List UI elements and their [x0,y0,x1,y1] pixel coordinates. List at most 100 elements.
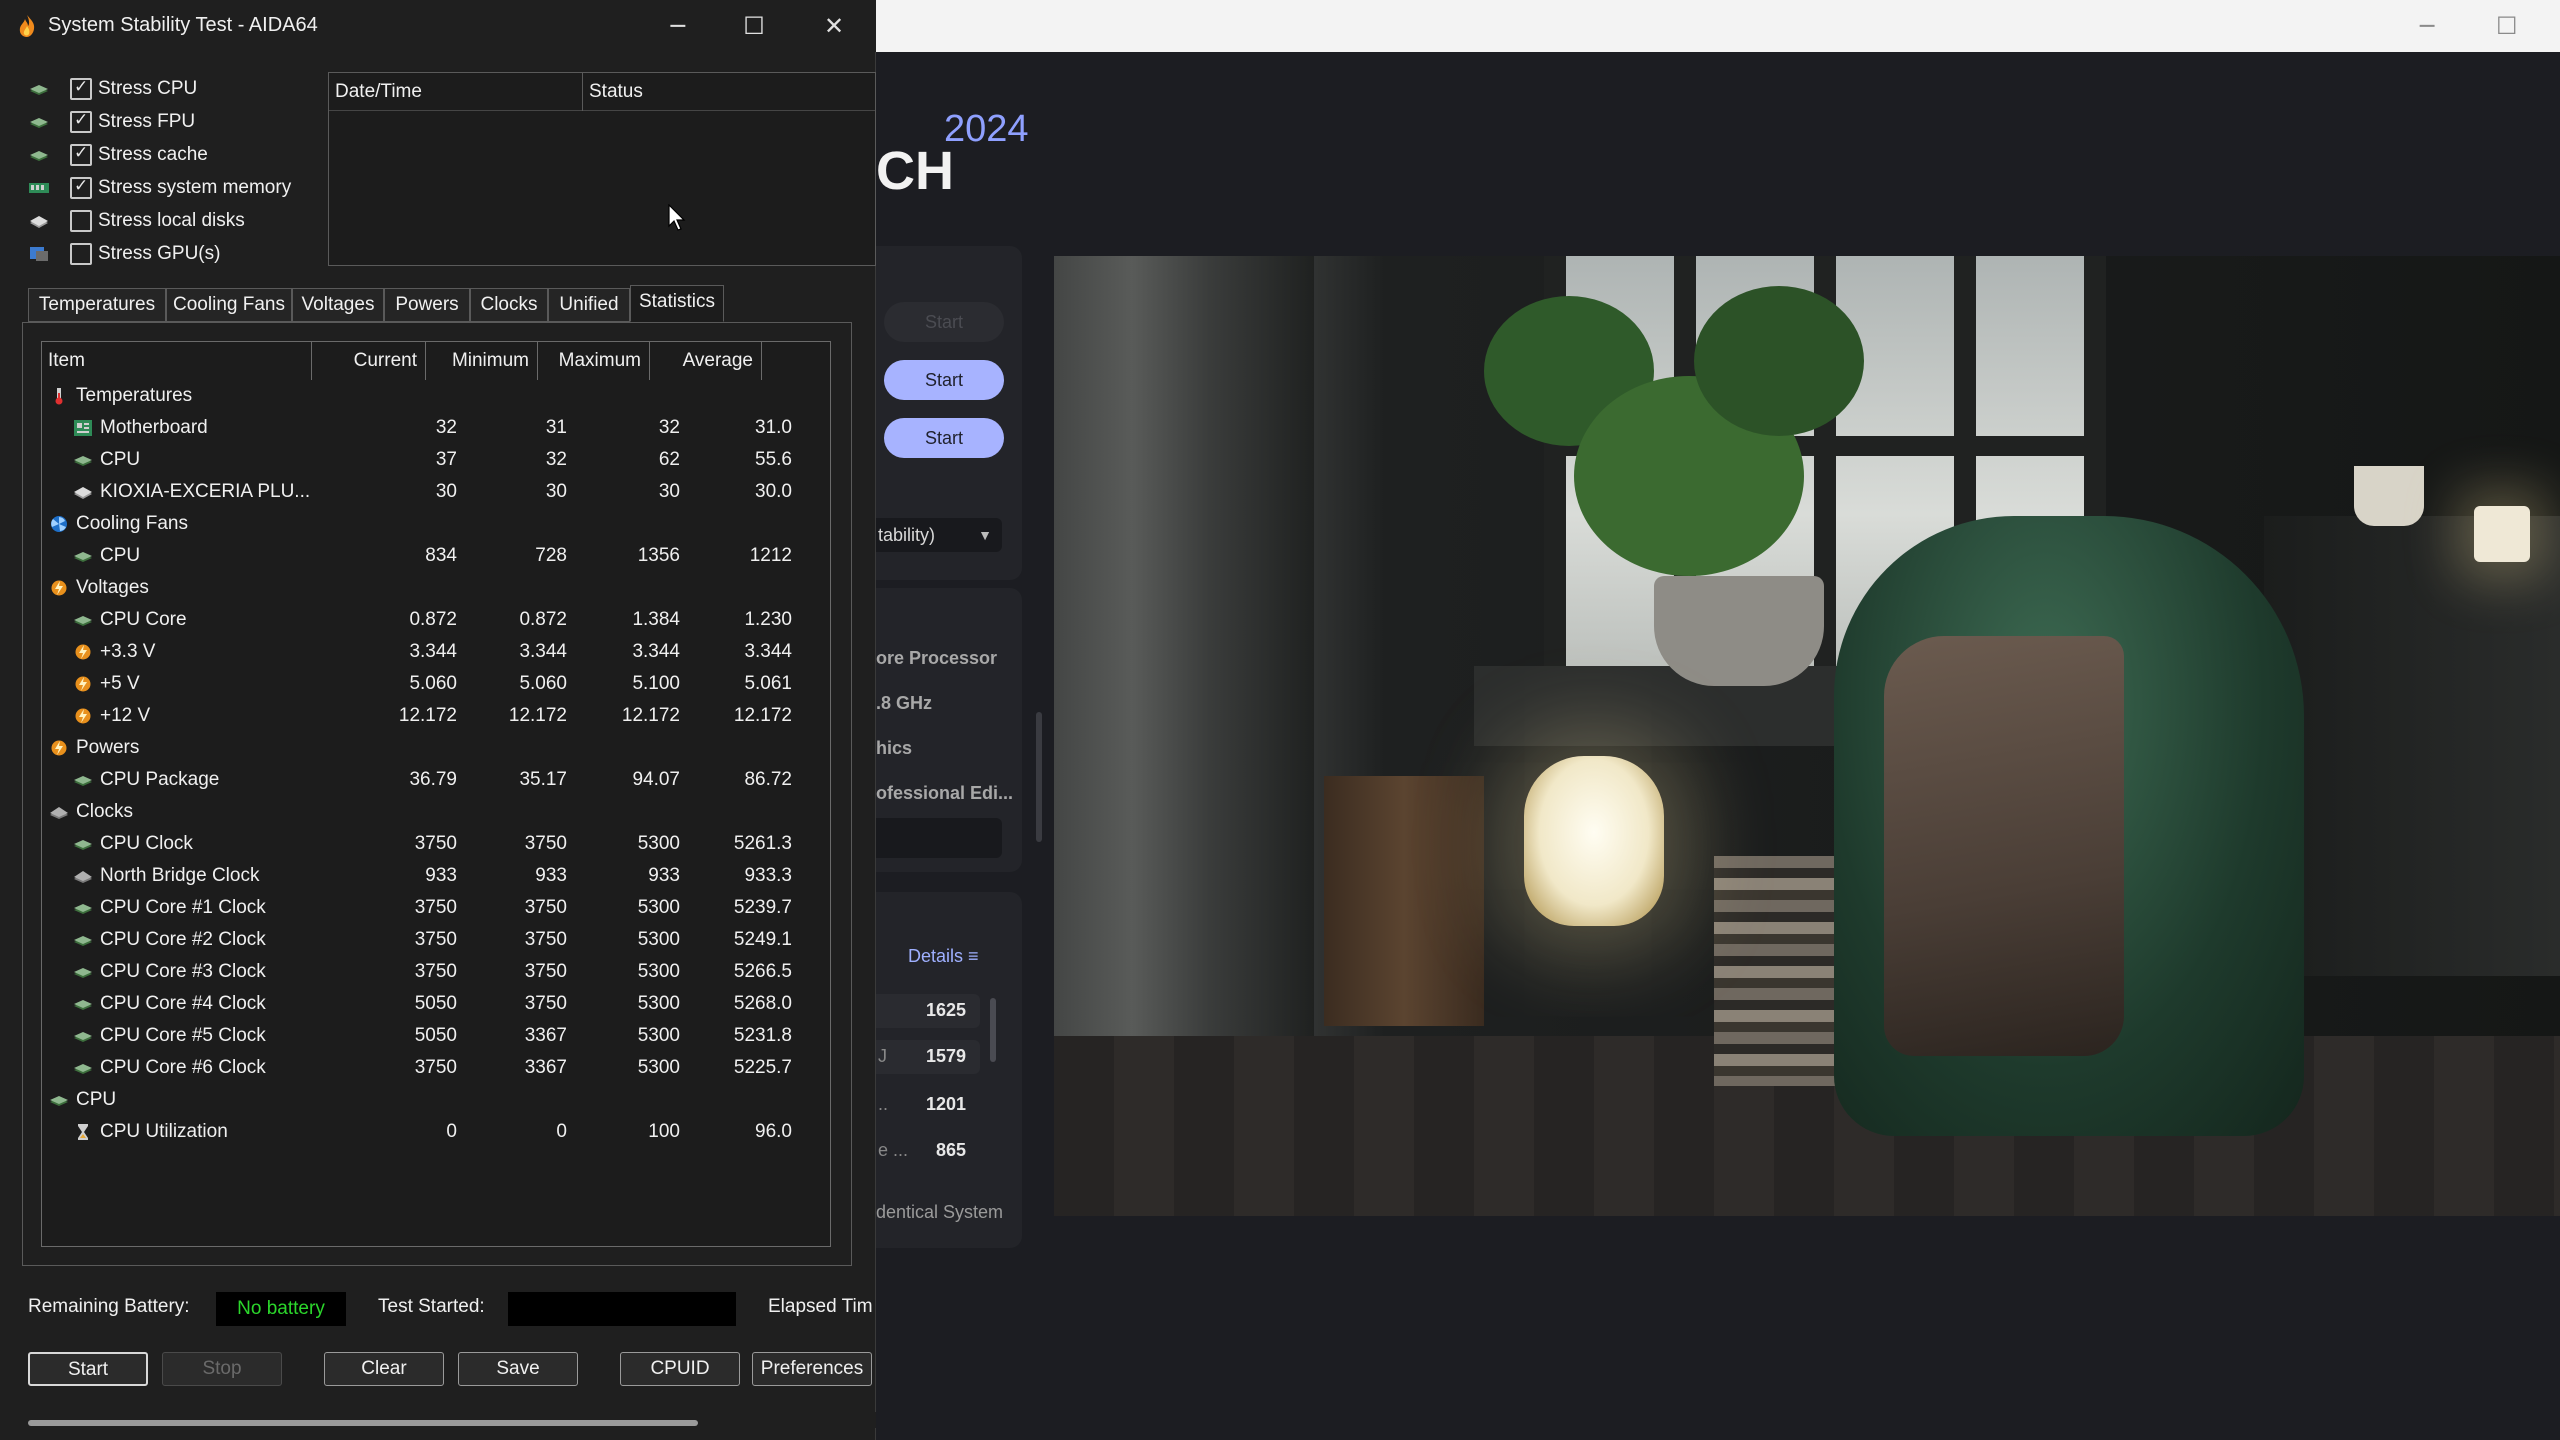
row-label: Motherboard [100,417,208,438]
benchmark-scene-image [1054,256,2560,1216]
start-button-multi-core[interactable]: Start [884,418,1004,458]
table-row[interactable]: CPU Package 36.79 35.17 94.07 86.72 [42,764,830,796]
start-button-single-core[interactable]: Start [884,360,1004,400]
stress-option-row[interactable]: ✓ Stress FPU [28,107,328,137]
details-filter-button[interactable]: Details ≡ [908,946,979,967]
table-group-row[interactable]: Cooling Fans [42,508,830,540]
save-button[interactable]: Save [458,1352,578,1386]
stress-checkbox[interactable]: ✓ [70,110,92,133]
log-column-datetime[interactable]: Date/Time [329,73,583,111]
table-row[interactable]: CPU Core #2 Clock 3750 3750 5300 5249.1 [42,924,830,956]
clear-button[interactable]: Clear [324,1352,444,1386]
cpu-chip-icon [48,1091,70,1109]
table-row[interactable]: CPU 834 728 1356 1212 [42,540,830,572]
value-average: 5261.3 [733,833,792,854]
table-row[interactable]: CPU Core #4 Clock 5050 3750 5300 5268.0 [42,988,830,1020]
value-average: 5266.5 [733,961,792,982]
remaining-battery-value: No battery [216,1292,346,1326]
stress-option-label: Stress system memory [98,177,292,198]
tab-cooling-fans[interactable]: Cooling Fans [166,288,292,322]
stress-option-row[interactable]: Stress GPU(s) [28,239,328,269]
value-average: 5239.7 [733,897,792,918]
table-row[interactable]: CPU 37 32 62 55.6 [42,444,830,476]
stress-checkbox[interactable]: ✓ [70,143,92,166]
column-item[interactable]: Item [42,342,312,380]
row-label: CPU [76,1089,117,1110]
column-current[interactable]: Current [312,342,426,380]
stress-checkbox[interactable] [70,243,92,265]
table-row[interactable]: KIOXIA-EXCERIA PLU... 30 30 30 30.0 [42,476,830,508]
table-row[interactable]: CPU Core 0.872 0.872 1.384 1.230 [42,604,830,636]
table-group-row[interactable]: Temperatures [42,380,830,412]
table-row[interactable]: CPU Core #6 Clock 3750 3367 5300 5225.7 [42,1052,830,1084]
table-row[interactable]: +3.3 V 3.344 3.344 3.344 3.344 [42,636,830,668]
table-group-row[interactable]: Clocks [42,796,830,828]
row-label: Temperatures [76,385,193,406]
log-header: Date/Time Status [329,73,875,111]
window-titlebar[interactable]: System Stability Test - AIDA64 ─ ☐ ✕ [0,0,876,52]
table-row[interactable]: CPU Core #3 Clock 3750 3750 5300 5266.5 [42,956,830,988]
table-row[interactable]: North Bridge Clock 933 933 933 933.3 [42,860,830,892]
remaining-battery-label: Remaining Battery: [28,1296,190,1317]
tab-temperatures[interactable]: Temperatures [28,288,166,322]
stress-checkbox[interactable]: ✓ [70,176,92,199]
stop-button[interactable]: Stop [162,1352,282,1386]
stress-option-row[interactable]: ✓ Stress system memory [28,173,328,203]
table-group-row[interactable]: CPU [42,1084,830,1116]
table-row[interactable]: CPU Utilization 0 0 100 96.0 [42,1116,830,1148]
stress-option-label: Stress cache [98,144,208,165]
table-row[interactable]: +5 V 5.060 5.060 5.100 5.061 [42,668,830,700]
table-group-row[interactable]: Powers [42,732,830,764]
horizontal-scrollbar-thumb[interactable] [28,1420,698,1426]
table-row[interactable]: +12 V 12.172 12.172 12.172 12.172 [42,700,830,732]
stress-option-row[interactable]: Stress local disks [28,206,328,236]
value-average: 3.344 [744,641,792,662]
test-mode-dropdown[interactable]: tability) ▼ [876,518,1002,552]
test-log[interactable]: Date/Time Status [328,72,876,266]
row-label: CPU [100,449,141,470]
tab-voltages[interactable]: Voltages [292,288,384,322]
minimize-button[interactable]: ─ [648,8,708,44]
maximize-button[interactable]: ☐ [724,8,784,44]
table-group-row[interactable]: Voltages [42,572,830,604]
log-column-status[interactable]: Status [583,73,877,111]
statistics-table[interactable]: Item Current Minimum Maximum Average Tem… [41,341,831,1247]
column-minimum[interactable]: Minimum [426,342,538,380]
table-row[interactable]: CPU Core #1 Clock 3750 3750 5300 5239.7 [42,892,830,924]
checkmark-icon: ✓ [74,143,89,163]
tab-statistics[interactable]: Statistics [630,285,724,322]
close-button[interactable]: ✕ [804,8,864,44]
column-maximum[interactable]: Maximum [538,342,650,380]
background-maximize-button[interactable]: ☐ [2496,12,2518,40]
row-label: CPU Clock [100,833,193,854]
table-row[interactable]: CPU Clock 3750 3750 5300 5261.3 [42,828,830,860]
checkmark-icon: ✓ [74,110,89,130]
tab-powers[interactable]: Powers [384,288,470,322]
background-scrollbar[interactable] [1036,712,1042,842]
ranking-scrollbar[interactable] [990,998,996,1062]
disk-drive-icon [28,212,54,230]
row-label: Powers [76,737,140,758]
table-row[interactable]: CPU Core #5 Clock 5050 3367 5300 5231.8 [42,1020,830,1052]
table-row[interactable]: Motherboard 32 31 32 31.0 [42,412,830,444]
aida64-stability-window: System Stability Test - AIDA64 ─ ☐ ✕ ✓ St… [0,0,876,1440]
preferences-button[interactable]: Preferences [752,1352,872,1386]
cpuid-button[interactable]: CPUID [620,1352,740,1386]
window-title: System Stability Test - AIDA64 [48,14,318,36]
voltage-icon [72,707,94,725]
column-average[interactable]: Average [650,342,762,380]
background-minimize-button[interactable]: ─ [2420,12,2434,40]
cache-chip-icon [28,146,54,164]
aida64-flame-icon [19,15,35,37]
tab-unified[interactable]: Unified [548,288,630,322]
stress-option-row[interactable]: ✓ Stress cache [28,140,328,170]
fpu-chip-icon [28,113,54,131]
cpu-chip-icon [72,835,94,853]
start-button[interactable]: Start [28,1352,148,1386]
start-button-disabled[interactable]: Start [884,302,1004,342]
stress-option-row[interactable]: ✓ Stress CPU [28,74,328,104]
stress-checkbox[interactable]: ✓ [70,77,92,100]
stress-checkbox[interactable] [70,210,92,232]
tab-clocks[interactable]: Clocks [470,288,548,322]
power-icon [48,739,70,757]
